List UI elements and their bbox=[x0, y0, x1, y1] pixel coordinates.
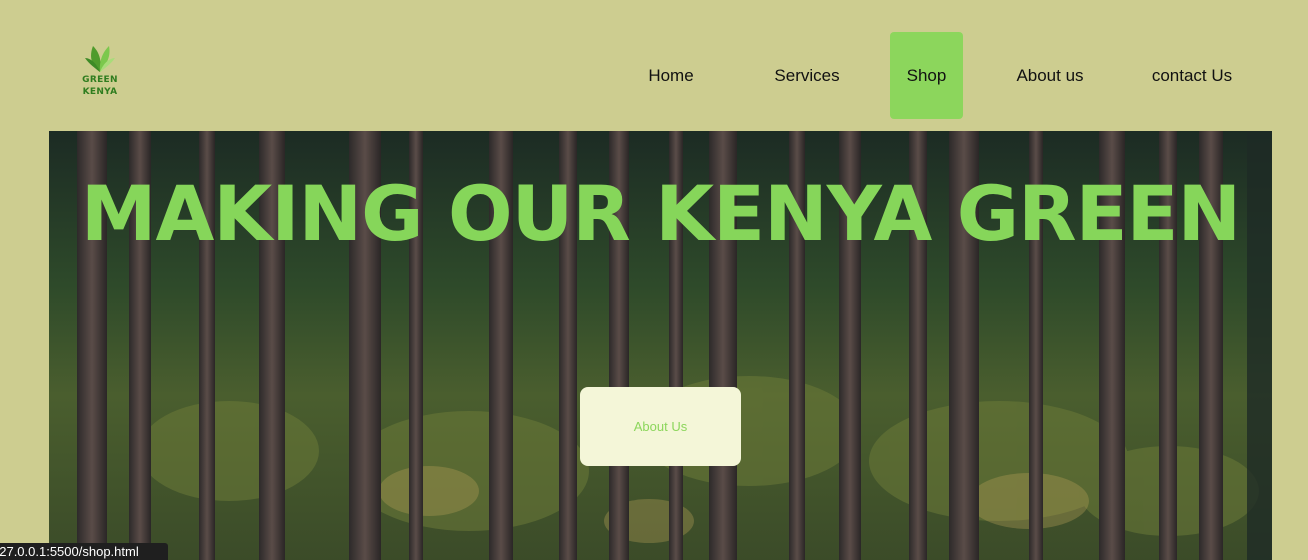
hero-banner: MAKING OUR KENYA GREEN About Us bbox=[49, 131, 1272, 560]
nav-shop[interactable]: Shop bbox=[890, 32, 963, 119]
hero-title: MAKING OUR KENYA GREEN bbox=[80, 169, 1241, 258]
status-url-text: 127.0.0.1:5500/shop.html bbox=[0, 544, 139, 559]
logo-text-kenya: KENYA bbox=[82, 87, 118, 97]
nav-home[interactable]: Home bbox=[632, 32, 710, 119]
nav-contact-us[interactable]: contact Us bbox=[1143, 32, 1241, 119]
nav-about-us[interactable]: About us bbox=[1005, 32, 1095, 119]
logo[interactable]: GREEN KENYA bbox=[78, 42, 122, 100]
status-bar-url: 127.0.0.1:5500/shop.html bbox=[0, 543, 168, 560]
about-us-button[interactable]: About Us bbox=[580, 387, 741, 466]
logo-text-green: GREEN bbox=[82, 75, 118, 85]
nav-services[interactable]: Services bbox=[760, 32, 854, 119]
leaf-icon bbox=[85, 46, 115, 72]
